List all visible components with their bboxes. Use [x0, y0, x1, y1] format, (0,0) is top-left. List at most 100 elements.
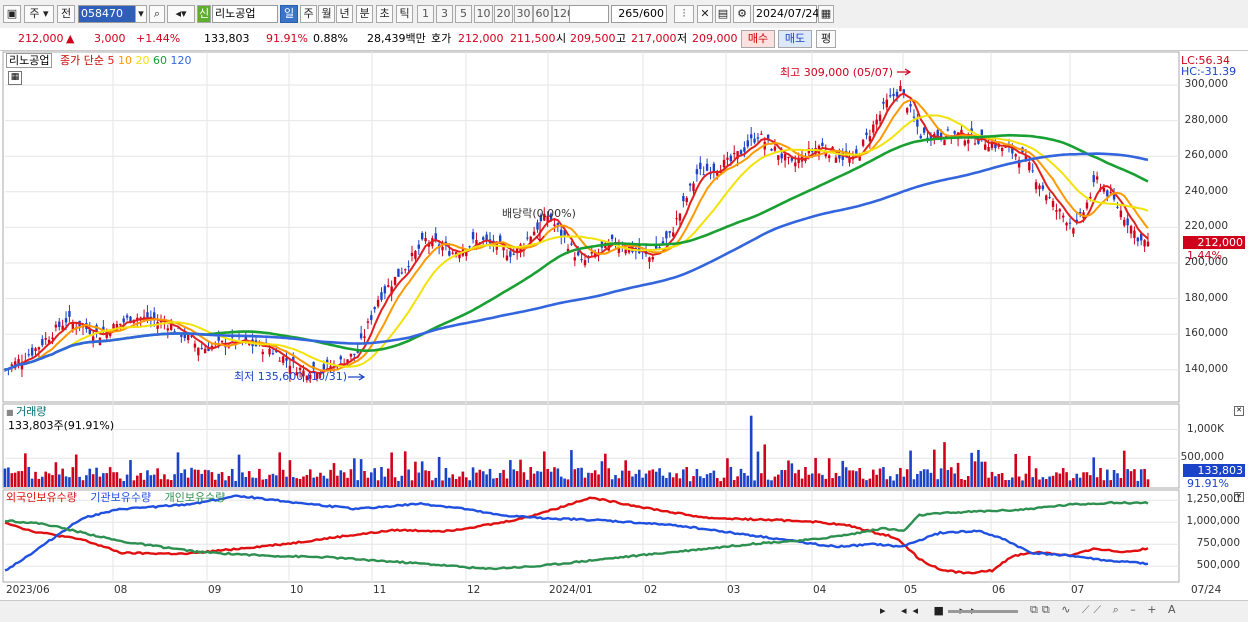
stock-code-input[interactable]: 058470 [78, 5, 136, 23]
crosshair-icon[interactable]: ✕ [697, 5, 713, 23]
period-num-3[interactable]: 3 [436, 5, 453, 23]
candle-body [695, 169, 699, 175]
candle-body [943, 140, 946, 146]
volume-bar [583, 477, 587, 487]
volume-bar [515, 471, 519, 487]
period-6[interactable]: 틱 [396, 5, 413, 23]
volume-bar [1038, 479, 1041, 487]
volume-bar [634, 473, 638, 487]
volume-bar [376, 480, 380, 487]
count-field[interactable]: 265/600 [611, 5, 667, 23]
volume-bar [420, 461, 424, 487]
candle-body [794, 162, 797, 167]
volume-bar [495, 477, 499, 487]
volume-bar [271, 473, 275, 487]
calculator-icon[interactable]: ▦ [8, 71, 22, 85]
candle-body [1136, 237, 1140, 242]
period-2[interactable]: 월 [318, 5, 335, 23]
volume-bar [237, 454, 241, 487]
volume-bar [705, 474, 709, 487]
volume-bar [868, 478, 872, 487]
volume-bar [648, 470, 651, 487]
candle-body [271, 353, 275, 355]
gear-icon[interactable]: ⚙ [733, 5, 751, 23]
volume-bar [1004, 480, 1007, 487]
period-3[interactable]: 년 [336, 5, 353, 23]
volume-bar [912, 479, 916, 487]
sound-icon[interactable]: ◂▾ [167, 5, 195, 23]
window-menu-icon[interactable]: ▣ [3, 5, 21, 23]
candle-body [10, 364, 13, 366]
volume-close-icon[interactable]: ✕ [1234, 406, 1244, 416]
volume-bar [295, 478, 298, 487]
period-num-1[interactable]: 1 [417, 5, 434, 23]
extra-select[interactable] [569, 5, 609, 23]
search-icon[interactable]: ⌕ [149, 5, 165, 23]
buy-button[interactable]: 매수 [741, 30, 775, 48]
volume-bar [1116, 473, 1119, 487]
candle-body [821, 142, 824, 147]
period-4[interactable]: 분 [356, 5, 373, 23]
volume-bar [410, 480, 414, 487]
candle-body [922, 127, 926, 133]
stock-name-field[interactable]: 리노공업 [212, 5, 278, 23]
date-field[interactable]: 2024/07/24 [753, 5, 819, 23]
candle-icon[interactable]: ⫶ [674, 5, 694, 23]
save-icon[interactable]: ▤ [715, 5, 731, 23]
candle-body [1048, 197, 1051, 199]
candle-body [1119, 210, 1123, 218]
volume-bar [383, 476, 387, 487]
holding-tick: 1,000,000 [1186, 515, 1240, 528]
chart-type-select[interactable]: 주 ▾ [24, 5, 54, 23]
price-tick: 180,000 [1184, 291, 1228, 304]
volume-bar [346, 477, 349, 487]
volume-bar [888, 476, 892, 487]
volume-bar [230, 468, 234, 487]
volume-pct-badge: 91.91% [1187, 477, 1229, 490]
candle-body [553, 224, 556, 226]
volume-bar [183, 469, 187, 487]
volume-bar [1017, 476, 1021, 487]
eval-button[interactable]: 평 [816, 30, 836, 48]
volume-bar [1119, 477, 1123, 487]
tool-icons[interactable]: ⧉⧉ ∿ ⟋⟋ ⌕ – + A [1030, 603, 1180, 617]
chart-canvas[interactable] [0, 50, 1248, 600]
candle-body [963, 140, 967, 146]
market-select[interactable]: 전 [57, 5, 75, 23]
volume-bar [180, 473, 183, 487]
calendar-icon[interactable]: ▦ [818, 5, 834, 23]
period-5[interactable]: 초 [376, 5, 393, 23]
code-dropdown-icon[interactable]: ▾ [135, 5, 147, 23]
volume-bar [637, 469, 641, 487]
candle-body [1112, 194, 1116, 200]
price-tick: 240,000 [1184, 184, 1228, 197]
volume-bar [916, 474, 919, 487]
quote-bid-label: 호가 [431, 32, 452, 45]
volume-bar [159, 479, 163, 487]
period-num-5[interactable]: 5 [455, 5, 472, 23]
price-tick: 140,000 [1184, 362, 1228, 375]
candle-body [1014, 154, 1017, 157]
credit-tag: 신 [197, 5, 211, 23]
volume-bar [312, 477, 315, 487]
candle-body [322, 364, 326, 370]
period-num-30[interactable]: 30 [514, 5, 533, 23]
volume-bar [319, 472, 322, 487]
candle-body [34, 348, 37, 352]
volume-bar [858, 468, 862, 487]
volume-bar [559, 476, 563, 487]
candle-body [916, 119, 919, 127]
volume-bar [163, 474, 166, 487]
volume-bar [373, 468, 376, 487]
volume-bar [793, 473, 797, 487]
period-num-60[interactable]: 60 [533, 5, 552, 23]
period-1[interactable]: 주 [300, 5, 317, 23]
volume-bar [556, 468, 560, 487]
candle-body [573, 257, 577, 261]
period-0[interactable]: 일 [280, 5, 298, 23]
zoom-slider[interactable] [948, 610, 1018, 613]
period-num-20[interactable]: 20 [494, 5, 513, 23]
period-num-10[interactable]: 10 [474, 5, 493, 23]
sell-button[interactable]: 매도 [778, 30, 812, 48]
volume-bar [800, 478, 804, 487]
